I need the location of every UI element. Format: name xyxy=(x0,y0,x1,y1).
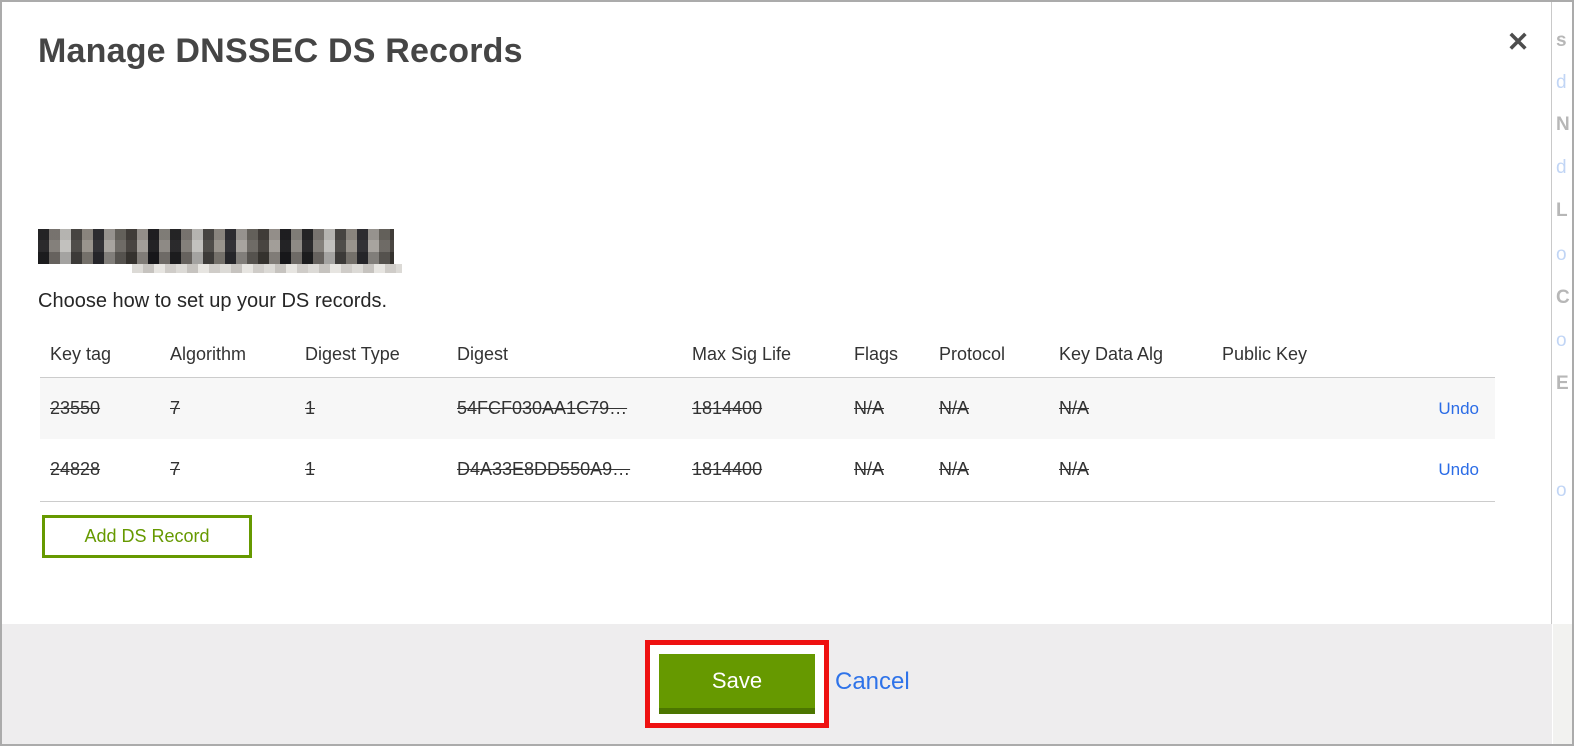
background-page-edge-footer xyxy=(1553,624,1572,744)
clipped-background-text: N xyxy=(1556,114,1570,135)
background-page-edge: s d N d L o C o E o xyxy=(1553,2,1572,744)
clipped-background-text: o xyxy=(1556,244,1567,265)
clipped-background-text: o xyxy=(1556,330,1567,351)
col-header-digest: Digest xyxy=(447,332,682,378)
save-highlight-annotation: Save xyxy=(645,640,829,728)
cell-digest: 54FCF030AA1C79… xyxy=(457,397,628,418)
cell-key-tag: 23550 xyxy=(50,397,101,418)
col-header-protocol: Protocol xyxy=(929,332,1049,378)
manage-dnssec-ds-records-dialog: Manage DNSSEC DS Records ✕ Choose how to… xyxy=(2,2,1552,744)
cell-protocol: N/A xyxy=(929,439,1049,502)
col-header-digest-type: Digest Type xyxy=(295,332,447,378)
cell-flags: N/A xyxy=(854,397,885,418)
col-header-max-sig-life: Max Sig Life xyxy=(682,332,844,378)
cell-max-sig-life: 1814400 xyxy=(682,439,844,502)
undo-link[interactable]: Undo xyxy=(1438,399,1479,418)
dialog-title: Manage DNSSEC DS Records xyxy=(38,32,523,70)
ds-record-row: 23550 7 1 54FCF030AA1C79… 1814400 N/A N/… xyxy=(40,377,1495,439)
clipped-background-text: d xyxy=(1556,157,1567,178)
col-header-key-tag: Key tag xyxy=(40,332,160,378)
redacted-domain-name-blur-tail xyxy=(132,264,402,273)
cell-actions: Undo xyxy=(1387,439,1495,502)
cell-public-key xyxy=(1212,377,1387,439)
undo-link[interactable]: Undo xyxy=(1438,460,1479,479)
add-ds-record-button[interactable]: Add DS Record xyxy=(42,515,252,558)
close-icon[interactable]: ✕ xyxy=(1500,24,1536,60)
screenshot-root: Manage DNSSEC DS Records ✕ Choose how to… xyxy=(0,0,1574,746)
cell-key-data-alg: N/A xyxy=(1059,397,1090,418)
clipped-background-text: d xyxy=(1556,72,1567,93)
clipped-background-text: L xyxy=(1556,200,1568,221)
clipped-background-text: o xyxy=(1556,480,1567,501)
col-header-flags: Flags xyxy=(844,332,929,378)
clipped-background-text: s xyxy=(1556,30,1567,51)
col-header-algorithm: Algorithm xyxy=(160,332,295,378)
col-header-public-key: Public Key xyxy=(1212,332,1387,378)
cell-algorithm: 7 xyxy=(170,397,181,418)
col-header-key-data-alg: Key Data Alg xyxy=(1049,332,1212,378)
cell-digest: D4A33E8DD550A9… xyxy=(447,439,682,502)
cell-actions: Undo xyxy=(1387,377,1495,439)
cell-flags: N/A xyxy=(844,439,929,502)
ds-record-row: 24828 7 1 D4A33E8DD550A9… 1814400 N/A N/… xyxy=(40,439,1495,502)
ds-records-table: Key tag Algorithm Digest Type Digest Max… xyxy=(40,332,1495,502)
cell-digest-type: 1 xyxy=(295,439,447,502)
cell-algorithm: 7 xyxy=(160,439,295,502)
clipped-background-text: E xyxy=(1556,373,1569,394)
ds-records-instruction-text: Choose how to set up your DS records. xyxy=(38,290,388,312)
dialog-footer: Save Cancel xyxy=(2,624,1552,744)
clipped-background-text: C xyxy=(1556,287,1570,308)
cell-max-sig-life: 1814400 xyxy=(692,397,763,418)
cell-protocol: N/A xyxy=(939,397,970,418)
cell-public-key xyxy=(1212,439,1387,502)
redacted-domain-name xyxy=(38,229,394,264)
cell-key-tag: 24828 xyxy=(40,439,160,502)
col-header-actions xyxy=(1387,332,1495,378)
save-button[interactable]: Save xyxy=(659,654,815,714)
cell-digest-type: 1 xyxy=(305,397,316,418)
table-header-row: Key tag Algorithm Digest Type Digest Max… xyxy=(40,332,1495,378)
cancel-link[interactable]: Cancel xyxy=(835,668,910,696)
cell-key-data-alg: N/A xyxy=(1049,439,1212,502)
